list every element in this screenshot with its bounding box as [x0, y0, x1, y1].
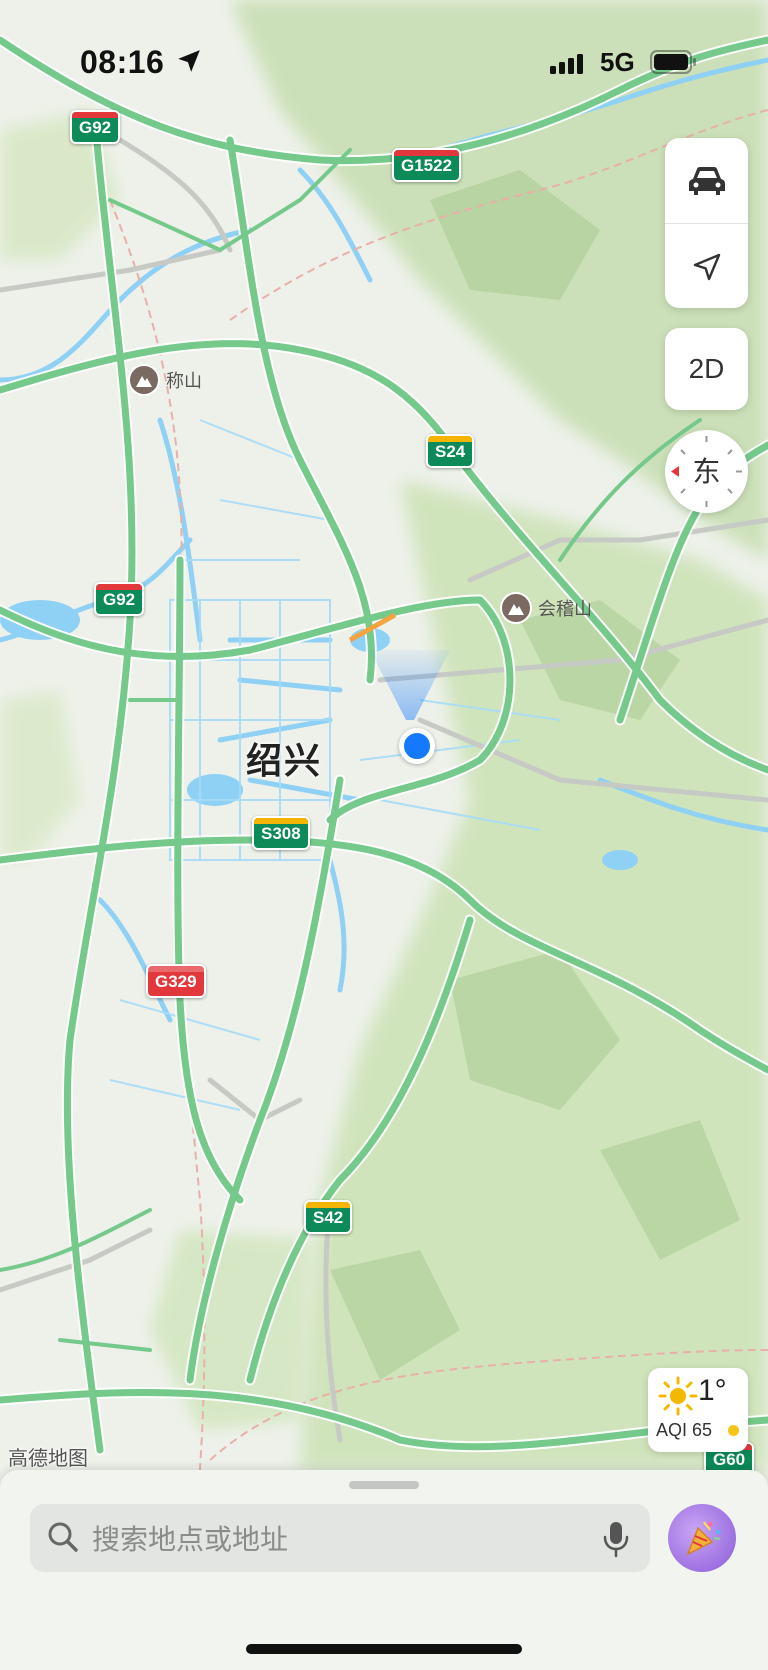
- compass-direction: 东: [692, 456, 721, 487]
- location-arrow-icon: [178, 50, 200, 72]
- compass-button[interactable]: 东: [665, 430, 748, 513]
- avatar[interactable]: [668, 1504, 736, 1572]
- search-icon: [48, 1522, 78, 1552]
- status-bar: 08:16 5G: [0, 0, 768, 110]
- heading-cone: [370, 650, 450, 720]
- road-shield-g329[interactable]: G329: [146, 964, 206, 998]
- road-shield-g92[interactable]: G92: [70, 110, 121, 144]
- city-label[interactable]: 绍兴: [246, 732, 322, 784]
- road-shield-s42[interactable]: S42: [304, 1200, 353, 1234]
- navigation-arrow-icon: [693, 253, 720, 280]
- sun-icon: [658, 1376, 698, 1416]
- view-mode-button[interactable]: 2D: [665, 328, 748, 410]
- map-provider-logo: 高德地图: [8, 1448, 88, 1470]
- poi-label: 称山: [166, 371, 202, 391]
- road-shield-g92-south[interactable]: G92: [94, 582, 145, 616]
- road-shield-s24[interactable]: S24: [426, 434, 475, 468]
- drive-mode-button[interactable]: [665, 138, 748, 223]
- car-icon: [688, 166, 725, 195]
- locate-me-button[interactable]: [665, 223, 748, 308]
- network-type: 5G: [600, 47, 635, 77]
- battery-icon: [650, 50, 696, 74]
- signal-icon: [550, 54, 583, 74]
- home-indicator: [246, 1644, 522, 1654]
- search-bar[interactable]: [30, 1504, 650, 1574]
- mountain-icon: [500, 592, 532, 624]
- microphone-icon[interactable]: [602, 1520, 630, 1558]
- status-time: 08:16: [80, 44, 165, 80]
- bottom-sheet: [0, 1470, 768, 1670]
- user-location-dot[interactable]: [399, 728, 435, 764]
- aqi-label: AQI 65: [656, 1420, 713, 1440]
- map-control-group: [665, 138, 748, 308]
- poi-kuaijishan[interactable]: 会稽山: [500, 592, 592, 624]
- road-shield-s308[interactable]: S308: [252, 816, 310, 850]
- party-popper-icon: [686, 1521, 721, 1556]
- weather-widget[interactable]: 1° AQI 65: [648, 1368, 748, 1452]
- sheet-grabber[interactable]: [349, 1481, 419, 1489]
- weather-temperature: 1°: [698, 1374, 727, 1407]
- poi-label: 会稽山: [538, 599, 592, 619]
- poi-chengshan[interactable]: 称山: [128, 364, 202, 396]
- road-shield-g1522[interactable]: G1522: [392, 148, 462, 182]
- mountain-icon: [128, 364, 160, 396]
- aqi-indicator-dot: [728, 1425, 739, 1436]
- search-input[interactable]: [90, 1504, 574, 1574]
